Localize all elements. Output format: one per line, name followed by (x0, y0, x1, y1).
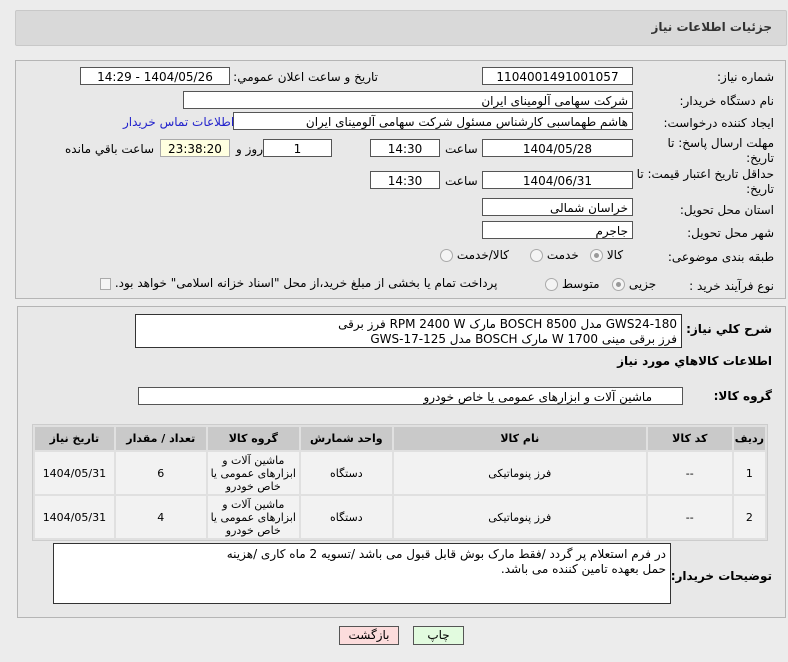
cell-date: 1404/05/31 (35, 452, 114, 494)
payment-note: پرداخت تمام یا بخشی از مبلغ خرید،از محل … (114, 276, 498, 290)
cell-qty: 6 (115, 452, 206, 494)
announce-field: 1404/05/26 - 14:29 (80, 67, 230, 85)
col-unit: واحد شمارش (300, 427, 392, 450)
process-label: نوع فرآیند خرید : (689, 279, 774, 293)
table-header-row: ردیف کد کالا نام کالا واحد شمارش گروه کا… (35, 427, 765, 450)
back-button[interactable]: بازگشت (339, 626, 399, 645)
remaining-label: ساعت باقي مانده (65, 142, 155, 156)
contact-buyer-link[interactable]: اطلاعات تماس خریدار (123, 115, 234, 129)
creator-label: ایجاد کننده درخواست: (663, 116, 774, 130)
radio-icon[interactable] (545, 278, 558, 291)
cell-code: -- (647, 452, 732, 494)
description-label: شرح کلي نیاز: (686, 322, 772, 336)
process-medium-option[interactable]: متوسط (545, 277, 600, 291)
col-row: ردیف (733, 427, 765, 450)
description-textarea[interactable]: GWS24-180 مدل BOSCH 8500 مارک RPM 2400 W… (135, 314, 682, 348)
validity-time-label: ساعت (445, 174, 478, 188)
cell-name: فرز پنوماتیکی (393, 452, 646, 494)
days-field: 1 (263, 139, 332, 157)
col-code: کد کالا (647, 427, 732, 450)
goods-heading: اطلاعات کالاهاي مورد نیاز (617, 354, 772, 368)
category-goods-option[interactable]: کالا (590, 248, 623, 262)
option-label: جزیی (628, 277, 657, 291)
city-label: شهر محل تحویل: (687, 226, 774, 240)
col-name: نام کالا (393, 427, 646, 450)
deadline-time-field: 14:30 (370, 139, 440, 157)
group-label: گروه کالا: (713, 389, 772, 403)
deadline-time-label: ساعت (445, 142, 478, 156)
category-label: طبقه بندی موضوعی: (667, 250, 774, 264)
description-line: GWS24-180 مدل BOSCH 8500 مارک RPM 2400 W… (338, 317, 677, 331)
remaining-time-field: 23:38:20 (160, 139, 230, 157)
radio-icon[interactable] (590, 249, 603, 262)
radio-icon[interactable] (530, 249, 543, 262)
cell-code: -- (647, 496, 732, 538)
process-minor-option[interactable]: جزیی (612, 277, 656, 291)
goods-table: ردیف کد کالا نام کالا واحد شمارش گروه کا… (32, 424, 768, 541)
option-label: کالا (606, 248, 624, 262)
buyer-label: نام دستگاه خریدار: (679, 94, 775, 108)
validity-time-field: 14:30 (370, 171, 440, 189)
col-date: تاریخ نیاز (35, 427, 114, 450)
province-label: استان محل تحویل: (679, 203, 774, 217)
option-label: کالا/خدمت (456, 248, 510, 262)
cell-unit: دستگاه (300, 452, 392, 494)
print-button[interactable]: چاپ (413, 626, 464, 645)
deadline-label: مهلت ارسال پاسخ: تا تاریخ: (667, 136, 774, 165)
payment-option[interactable]: پرداخت تمام یا بخشی از مبلغ خرید،از محل … (100, 276, 498, 290)
cell-qty: 4 (115, 496, 206, 538)
col-qty: تعداد / مقدار (115, 427, 206, 450)
description-line: فرز برقی مینی W 1700 مارک BOSCH مدل GWS-… (370, 332, 677, 346)
days-label: روز و (236, 142, 263, 156)
cell-unit: دستگاه (300, 496, 392, 538)
table-row: 2 -- فرز پنوماتیکی دستگاه ماشین آلات و ا… (35, 496, 765, 538)
notes-label: توضیحات خریدار: (670, 569, 772, 583)
cell-group: ماشین آلات و ابزارهای عمومی یا خاص خودرو (207, 452, 299, 494)
province-field: خراسان شمالی (482, 198, 633, 216)
validity-date-field: 1404/06/31 (482, 171, 633, 189)
cell-row: 1 (733, 452, 765, 494)
page-title: جزئیات اطلاعات نیاز (651, 20, 772, 34)
radio-icon[interactable] (612, 278, 625, 291)
notes-textarea[interactable]: در فرم استعلام پر گردد /فقط مارک بوش قاب… (53, 543, 671, 604)
creator-field: هاشم طهماسبی کارشناس مسئول شرکت سهامی آل… (233, 112, 633, 130)
need-number-field: 1104001491001057 (482, 67, 633, 85)
cell-date: 1404/05/31 (35, 496, 114, 538)
announce-label: تاریخ و ساعت اعلان عمومي: (233, 70, 378, 84)
buyer-field: شرکت سهامی آلومینای ایران (183, 91, 633, 109)
page-header: جزئیات اطلاعات نیاز (15, 10, 787, 46)
validity-label: حداقل تاریخ اعتبار قیمت: تا تاریخ: (636, 167, 774, 196)
cell-group: ماشین آلات و ابزارهای عمومی یا خاص خودرو (207, 496, 299, 538)
category-both-option[interactable]: کالا/خدمت (440, 248, 509, 262)
deadline-date-field: 1404/05/28 (482, 139, 633, 157)
cell-row: 2 (733, 496, 765, 538)
need-number-label: شماره نیاز: (717, 70, 774, 84)
cell-name: فرز پنوماتیکی (393, 496, 646, 538)
col-group: گروه کالا (207, 427, 299, 450)
checkbox-icon[interactable] (100, 277, 111, 290)
option-label: متوسط (561, 277, 600, 291)
radio-icon[interactable] (440, 249, 453, 262)
group-field: ماشین آلات و ابزارهای عمومی یا خاص خودرو (138, 387, 683, 405)
city-field: جاجرم (482, 221, 633, 239)
table-row: 1 -- فرز پنوماتیکی دستگاه ماشین آلات و ا… (35, 452, 765, 494)
option-label: خدمت (546, 248, 579, 262)
category-service-option[interactable]: خدمت (530, 248, 579, 262)
